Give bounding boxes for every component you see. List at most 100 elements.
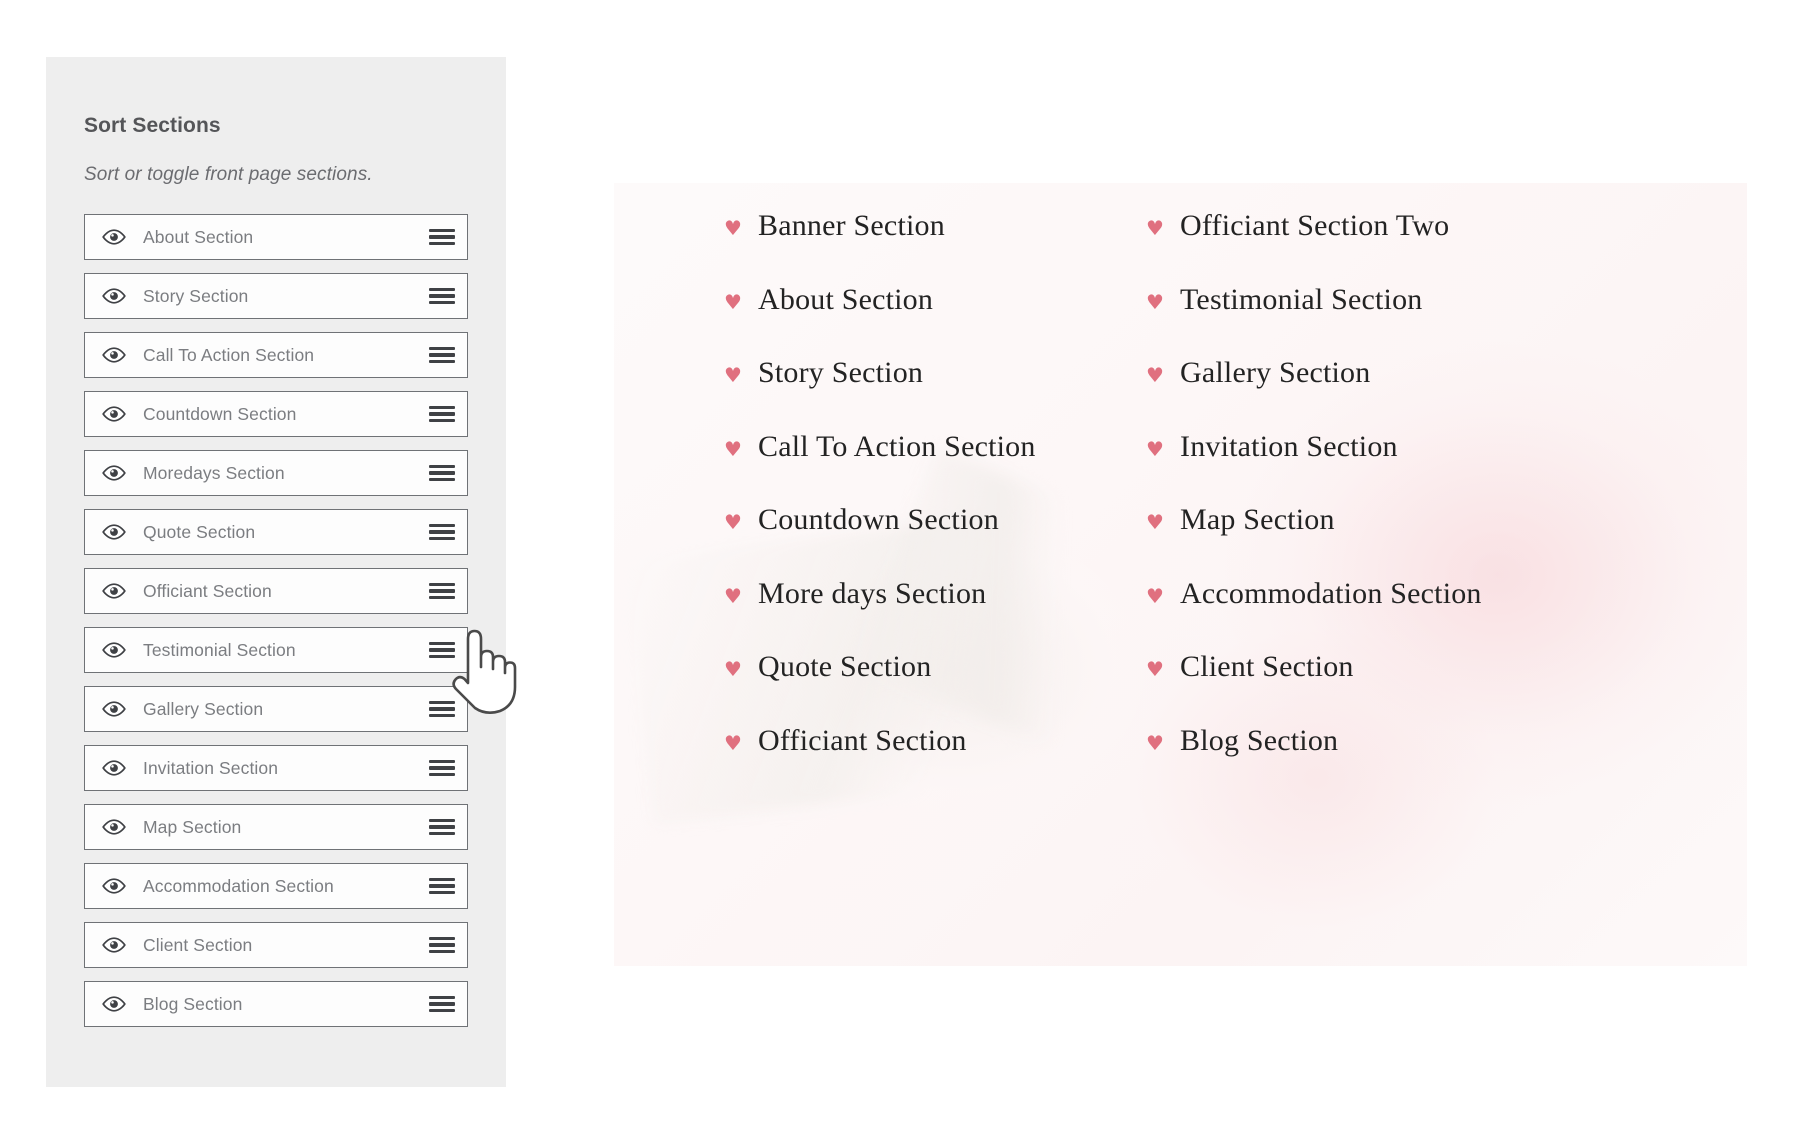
- section-row[interactable]: Invitation Section: [84, 745, 468, 791]
- drag-handle-icon[interactable]: [429, 345, 455, 365]
- eye-icon[interactable]: [101, 936, 127, 954]
- panel-subtitle: Sort or toggle front page sections.: [84, 164, 373, 185]
- eye-icon[interactable]: [101, 877, 127, 895]
- preview-list-item: ♥ Map Section: [1146, 503, 1568, 577]
- heart-icon: ♥: [724, 216, 742, 240]
- section-row[interactable]: Map Section: [84, 804, 468, 850]
- heart-icon: ♥: [1146, 730, 1164, 755]
- section-row[interactable]: Blog Section: [84, 981, 468, 1027]
- preview-item-label: Countdown Section: [758, 503, 999, 536]
- drag-handle-icon[interactable]: [429, 404, 455, 424]
- section-row-label: Client Section: [143, 934, 253, 955]
- heart-icon: ♥: [1146, 289, 1164, 314]
- drag-handle-icon[interactable]: [429, 581, 455, 601]
- eye-icon[interactable]: [101, 287, 127, 305]
- heart-icon: ♥: [724, 510, 742, 534]
- eye-icon[interactable]: [101, 641, 127, 659]
- drag-handle-icon[interactable]: [429, 227, 455, 247]
- preview-item-label: Banner Section: [758, 209, 945, 242]
- preview-item-label: More days Section: [758, 576, 987, 610]
- heart-icon: ♥: [724, 657, 742, 681]
- section-row-label: Accommodation Section: [143, 875, 334, 896]
- preview-column-left: ♥ Banner Section ♥ About Section ♥ Story Sect…: [724, 209, 1146, 966]
- section-row[interactable]: Story Section: [84, 273, 468, 319]
- drag-handle-icon[interactable]: [429, 522, 455, 542]
- preview-item-label: Call To Action Section: [758, 429, 1036, 463]
- section-row-label: Countdown Section: [143, 403, 297, 424]
- drag-handle-icon[interactable]: [429, 286, 455, 306]
- preview-item-label: Officiant Section Two: [1180, 209, 1450, 242]
- section-row-label: Testimonial Section: [143, 639, 296, 660]
- preview-list-item: ♥ Client Section: [1146, 650, 1568, 724]
- preview-item-label: Client Section: [1180, 650, 1354, 683]
- drag-handle-icon[interactable]: [429, 640, 455, 660]
- heart-icon: ♥: [724, 289, 742, 314]
- heart-icon: ♥: [724, 436, 742, 461]
- preview-list-item: ♥ Banner Section: [724, 209, 1146, 283]
- preview-column-right: ♥ Officiant Section Two ♥ Testimonial Secti…: [1146, 209, 1568, 966]
- section-row[interactable]: Client Section: [84, 922, 468, 968]
- section-row[interactable]: Officiant Section: [84, 568, 468, 614]
- heart-icon: ♥: [1146, 216, 1164, 240]
- eye-icon[interactable]: [101, 995, 127, 1013]
- section-row-label: About Section: [143, 226, 254, 247]
- heart-icon: ♥: [1146, 436, 1164, 461]
- eye-icon[interactable]: [101, 582, 127, 600]
- preview-item-label: Story Section: [758, 356, 924, 389]
- section-row-label: Officiant Section: [143, 580, 272, 601]
- section-row-label: Story Section: [143, 285, 249, 306]
- drag-handle-icon[interactable]: [429, 463, 455, 483]
- section-row[interactable]: Accommodation Section: [84, 863, 468, 909]
- drag-handle-icon[interactable]: [429, 817, 455, 837]
- section-row[interactable]: Quote Section: [84, 509, 468, 555]
- section-row[interactable]: Call To Action Section: [84, 332, 468, 378]
- sortable-section-list[interactable]: About Section Story Section Call To Action…: [84, 214, 468, 1027]
- heart-icon: ♥: [1146, 510, 1164, 534]
- eye-icon[interactable]: [101, 405, 127, 423]
- page-title: Sort Sections: [84, 114, 221, 137]
- section-row-label: Blog Section: [143, 993, 243, 1014]
- section-row-label: Map Section: [143, 816, 242, 837]
- eye-icon[interactable]: [101, 464, 127, 482]
- preview-item-label: Accommodation Section: [1180, 576, 1482, 610]
- heart-icon: ♥: [724, 583, 742, 608]
- drag-handle-icon[interactable]: [429, 758, 455, 778]
- preview-list-item: ♥ Officiant Section: [724, 724, 1146, 798]
- sort-sections-panel: Sort Sections Sort or toggle front page …: [46, 57, 506, 1087]
- preview-item-label: Map Section: [1180, 503, 1335, 536]
- preview-list-item: ♥ Blog Section: [1146, 724, 1568, 798]
- section-row[interactable]: Countdown Section: [84, 391, 468, 437]
- section-row[interactable]: Gallery Section: [84, 686, 468, 732]
- preview-list-item: ♥ Officiant Section Two: [1146, 209, 1568, 283]
- preview-item-label: Gallery Section: [1180, 356, 1371, 389]
- preview-list-item: ♥ Quote Section: [724, 650, 1146, 724]
- front-page-preview: ♥ Banner Section ♥ About Section ♥ Story Sect…: [614, 183, 1747, 966]
- drag-handle-icon[interactable]: [429, 994, 455, 1014]
- section-row[interactable]: About Section: [84, 214, 468, 260]
- eye-icon[interactable]: [101, 759, 127, 777]
- section-row[interactable]: Testimonial Section: [84, 627, 468, 673]
- heart-icon: ♥: [1146, 363, 1164, 387]
- preview-list-item: ♥ More days Section: [724, 577, 1146, 651]
- section-row-label: Quote Section: [143, 521, 256, 542]
- preview-item-label: Officiant Section: [758, 723, 967, 757]
- section-row-label: Moredays Section: [143, 462, 285, 483]
- preview-list-item: ♥ Countdown Section: [724, 503, 1146, 577]
- section-row[interactable]: Moredays Section: [84, 450, 468, 496]
- drag-handle-icon[interactable]: [429, 699, 455, 719]
- drag-handle-icon[interactable]: [429, 935, 455, 955]
- heart-icon: ♥: [724, 730, 742, 755]
- preview-item-label: Quote Section: [758, 650, 932, 683]
- preview-item-label: Invitation Section: [1180, 429, 1398, 463]
- eye-icon[interactable]: [101, 700, 127, 718]
- eye-icon[interactable]: [101, 818, 127, 836]
- eye-icon[interactable]: [101, 228, 127, 246]
- heart-icon: ♥: [1146, 583, 1164, 608]
- preview-item-label: Blog Section: [1180, 723, 1339, 757]
- eye-icon[interactable]: [101, 523, 127, 541]
- heart-icon: ♥: [724, 363, 742, 387]
- eye-icon[interactable]: [101, 346, 127, 364]
- drag-handle-icon[interactable]: [429, 876, 455, 896]
- preview-columns: ♥ Banner Section ♥ About Section ♥ Story Sect…: [614, 183, 1747, 966]
- section-row-label: Call To Action Section: [143, 344, 315, 365]
